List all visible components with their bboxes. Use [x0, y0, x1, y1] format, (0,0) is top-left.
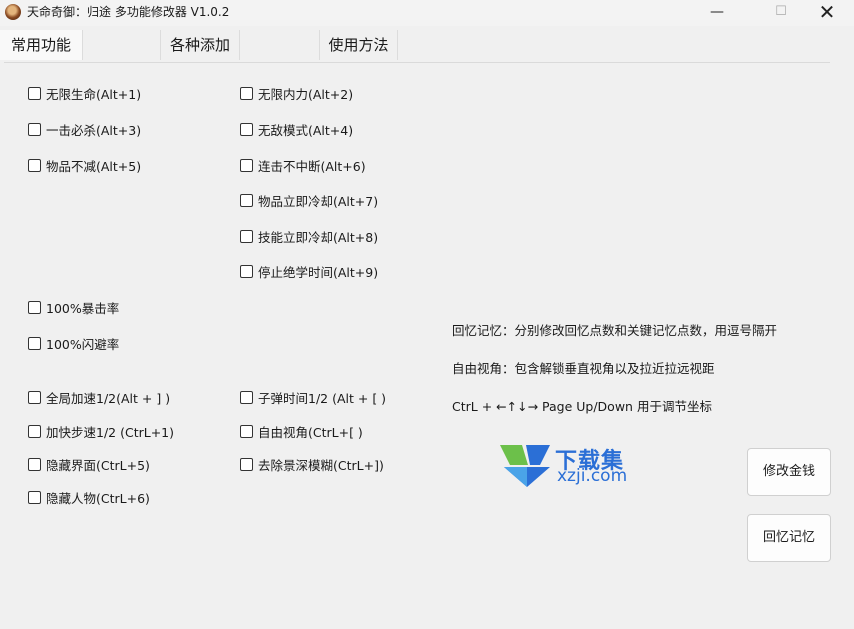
watermark-logo: 下载集 xzji.com [500, 443, 640, 487]
checkbox-label: 隐藏人物(CtrL+6) [46, 490, 150, 506]
checkbox-label: 无限内力(Alt+2) [258, 86, 354, 102]
checkbox-box[interactable] [28, 490, 41, 504]
checkbox-label: 连击不中断(Alt+6) [258, 158, 366, 174]
checkbox-items-no-decrease[interactable]: 物品不减(Alt+5) [28, 156, 141, 174]
download-arrow-icon [500, 445, 550, 487]
checkbox-box[interactable] [240, 193, 253, 207]
title-bar: 天命奇御：归途 多功能修改器 V1.0.2 — ☐ ✕ [0, 0, 854, 26]
checkbox-label: 停止绝学时间(Alt+9) [258, 264, 379, 280]
checkbox-dodge-100[interactable]: 100%闪避率 [28, 334, 119, 352]
checkbox-box[interactable] [240, 86, 253, 100]
tab-common-functions[interactable]: 常用功能 [0, 30, 82, 60]
checkbox-one-hit-kill[interactable]: 一击必杀(Alt+3) [28, 120, 141, 138]
checkbox-stop-skill-time[interactable]: 停止绝学时间(Alt+9) [240, 262, 378, 280]
checkbox-bullet-time[interactable]: 子弹时间1/2 (Alt + [ ) [240, 388, 386, 406]
checkbox-global-speed[interactable]: 全局加速1/2(Alt + ] ) [28, 388, 170, 406]
checkbox-label: 100%闪避率 [46, 336, 120, 352]
checkbox-box[interactable] [28, 424, 41, 438]
maximize-button[interactable]: ☐ [758, 0, 804, 26]
checkbox-box[interactable] [240, 457, 253, 471]
checkbox-label: 无敌模式(Alt+4) [258, 122, 354, 138]
checkbox-box[interactable] [240, 424, 253, 438]
close-button[interactable]: ✕ [804, 0, 850, 26]
checkbox-move-speed[interactable]: 加快步速1/2 (CtrL+1) [28, 422, 174, 440]
tab-blank-2[interactable] [240, 30, 319, 60]
checkbox-label: 技能立即冷却(Alt+8) [258, 229, 379, 245]
checkbox-combo-no-break[interactable]: 连击不中断(Alt+6) [240, 156, 366, 174]
checkbox-box[interactable] [28, 300, 41, 314]
checkbox-label: 物品不减(Alt+5) [46, 158, 142, 174]
checkbox-label: 一击必杀(Alt+3) [46, 122, 142, 138]
tab-blank-1[interactable] [83, 30, 160, 60]
checkbox-label: 物品立即冷却(Alt+7) [258, 193, 379, 209]
tab-add-items[interactable]: 各种添加 [161, 30, 239, 60]
checkbox-item-cooldown[interactable]: 物品立即冷却(Alt+7) [240, 191, 378, 209]
tab-bar: 常用功能 各种添加 使用方法 [0, 30, 854, 62]
checkbox-box[interactable] [28, 457, 41, 471]
checkbox-hide-ui[interactable]: 隐藏界面(CtrL+5) [28, 455, 150, 473]
checkbox-label: 100%暴击率 [46, 300, 120, 316]
checkbox-skill-cooldown[interactable]: 技能立即冷却(Alt+8) [240, 227, 378, 245]
checkbox-label: 加快步速1/2 (CtrL+1) [46, 424, 175, 440]
info-coords: CtrL + ←↑↓→ Page Up/Down 用于调节坐标 [452, 399, 712, 414]
memory-button[interactable]: 回忆记忆 [747, 514, 831, 562]
watermark-text-en: xzji.com [557, 466, 628, 486]
checkbox-box[interactable] [28, 158, 41, 172]
checkbox-hide-character[interactable]: 隐藏人物(CtrL+6) [28, 488, 150, 506]
app-icon [5, 4, 21, 20]
checkbox-box[interactable] [28, 86, 41, 100]
checkbox-label: 子弹时间1/2 (Alt + [ ) [258, 390, 387, 406]
tab-separator [397, 30, 398, 60]
checkbox-infinite-health[interactable]: 无限生命(Alt+1) [28, 84, 141, 102]
checkbox-box[interactable] [240, 264, 253, 278]
checkbox-label: 自由视角(CtrL+[ ) [258, 424, 363, 440]
tab-divider [4, 62, 830, 63]
checkbox-box[interactable] [240, 122, 253, 136]
checkbox-remove-dof[interactable]: 去除景深模糊(CtrL+]) [240, 455, 384, 473]
checkbox-free-camera[interactable]: 自由视角(CtrL+[ ) [240, 422, 363, 440]
checkbox-box[interactable] [28, 122, 41, 136]
checkbox-label: 全局加速1/2(Alt + ] ) [46, 390, 171, 406]
checkbox-infinite-mana[interactable]: 无限内力(Alt+2) [240, 84, 353, 102]
checkbox-crit-100[interactable]: 100%暴击率 [28, 298, 119, 316]
checkbox-box[interactable] [240, 229, 253, 243]
checkbox-box[interactable] [28, 390, 41, 404]
checkbox-label: 隐藏界面(CtrL+5) [46, 457, 150, 473]
info-memory: 回忆记忆：分别修改回忆点数和关键记忆点数，用逗号隔开 [452, 323, 778, 338]
modify-money-button[interactable]: 修改金钱 [747, 448, 831, 496]
checkbox-box[interactable] [28, 336, 41, 350]
checkbox-box[interactable] [240, 158, 253, 172]
info-camera: 自由视角：包含解锁垂直视角以及拉近拉远视距 [452, 361, 715, 376]
minimize-button[interactable]: — [694, 0, 740, 26]
checkbox-invincible[interactable]: 无敌模式(Alt+4) [240, 120, 353, 138]
checkbox-label: 无限生命(Alt+1) [46, 86, 142, 102]
checkbox-label: 去除景深模糊(CtrL+]) [258, 457, 384, 473]
window-title: 天命奇御：归途 多功能修改器 V1.0.2 [27, 5, 230, 19]
checkbox-box[interactable] [240, 390, 253, 404]
tab-usage[interactable]: 使用方法 [320, 30, 397, 60]
